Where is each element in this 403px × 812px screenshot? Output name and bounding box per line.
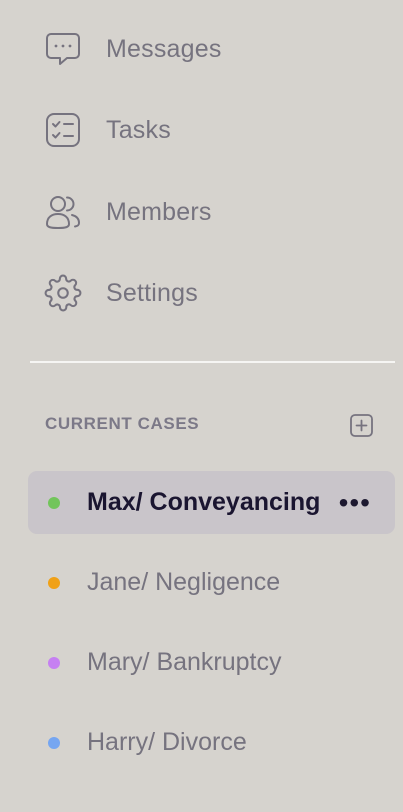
nav-label-tasks: Tasks <box>106 115 171 144</box>
add-case-button[interactable] <box>349 413 374 438</box>
status-dot <box>48 496 60 509</box>
case-item-jane[interactable]: Jane/ Negligence <box>28 551 395 614</box>
case-label: Jane/ Negligence <box>87 568 281 596</box>
users-icon <box>44 193 82 231</box>
nav-item-settings[interactable]: Settings <box>44 273 198 313</box>
nav-item-tasks[interactable]: Tasks <box>44 110 171 150</box>
case-item-max[interactable]: Max/ Conveyancing ••• <box>28 471 395 534</box>
checklist-icon <box>44 111 82 149</box>
status-dot <box>48 576 60 589</box>
case-label: Max/ Conveyancing <box>87 488 321 516</box>
nav-item-messages[interactable]: Messages <box>44 29 222 69</box>
case-label: Mary/ Bankruptcy <box>87 648 282 676</box>
nav-label-settings: Settings <box>106 278 198 307</box>
nav-label-members: Members <box>106 197 212 226</box>
message-square-icon <box>44 30 82 68</box>
more-options-button[interactable]: ••• <box>339 488 371 517</box>
case-label: Harry/ Divorce <box>87 728 247 756</box>
status-dot <box>48 736 60 749</box>
plus-square-icon <box>350 414 373 437</box>
case-item-mary[interactable]: Mary/ Bankruptcy <box>28 631 395 694</box>
section-title-current-cases: CURRENT CASES <box>45 414 200 433</box>
nav-label-messages: Messages <box>106 34 222 63</box>
divider <box>30 361 395 363</box>
status-dot <box>48 656 60 669</box>
case-item-harry[interactable]: Harry/ Divorce <box>28 711 395 774</box>
nav-item-members[interactable]: Members <box>44 192 212 232</box>
gear-icon <box>44 274 82 312</box>
